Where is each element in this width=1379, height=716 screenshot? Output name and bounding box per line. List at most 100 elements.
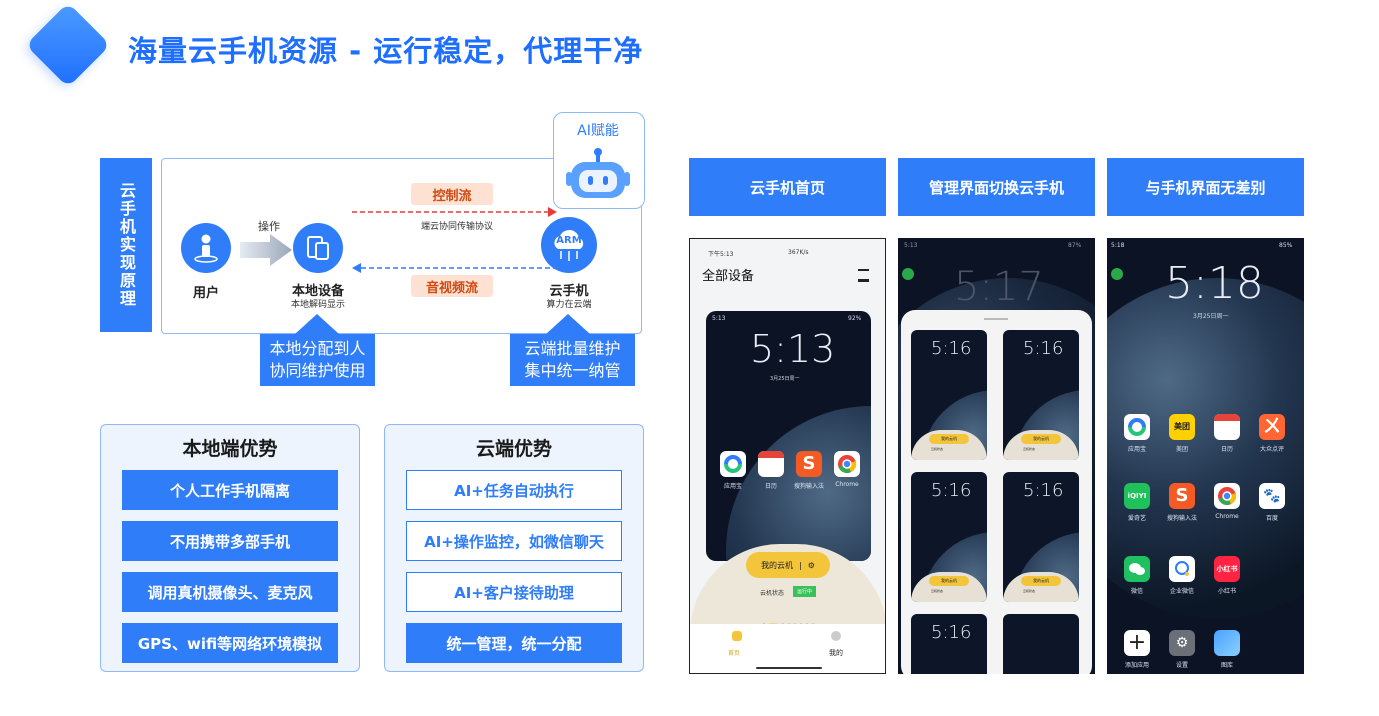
cloud-phone-thumb[interactable]: 5:16: [911, 614, 987, 674]
settings-icon[interactable]: ⚙: [1169, 630, 1195, 656]
s2-bg-clock: 5:17: [954, 264, 1044, 310]
screen-switch: 5:13 87% 5:17 5:16 我的云机 云机状态 5:16 我的云机 云…: [898, 238, 1095, 674]
cloud-phone-thumb[interactable]: 5:16 我的云机 云机状态: [911, 330, 987, 460]
principle-side-label: 云手机实现原理: [100, 158, 152, 332]
app-label: 搜狗输入法: [1166, 515, 1197, 522]
av-flow-arrow: [352, 263, 557, 273]
s3-clock: 5:18: [1165, 258, 1264, 309]
yingyongbao-icon[interactable]: [1124, 414, 1150, 440]
menu-icon[interactable]: [858, 269, 869, 282]
home-indicator: [756, 667, 822, 669]
chrome-icon[interactable]: [1214, 483, 1240, 509]
app-label: 图库: [1220, 662, 1233, 669]
s3-status-time: 5:18: [1111, 242, 1125, 249]
local-device-sub: 本地解码显示: [290, 300, 345, 310]
s1-status-right: 367K/s: [788, 249, 809, 256]
mini-my-cloud: 我的云机: [1021, 576, 1061, 586]
app-label: 搜狗输入法: [793, 483, 824, 490]
tab-mine[interactable]: 我的: [829, 648, 843, 658]
ai-label: AI赋能: [577, 123, 619, 139]
screen-same: 5:18 85% 5:18 3月25日周一 美团 ㄨ 应用宝 美团 日历 大众点…: [1107, 238, 1304, 674]
title-diamond-icon: [25, 2, 111, 88]
xiaohongshu-icon[interactable]: 小红书: [1214, 556, 1240, 582]
calendar-icon[interactable]: [758, 451, 784, 477]
cloud-phone-thumb[interactable]: [1003, 614, 1079, 674]
mini-status: 云机状态: [931, 589, 944, 593]
home-tab-icon[interactable]: [732, 631, 742, 641]
mini-clock: 5:16: [931, 622, 972, 643]
app-label: Chrome: [1215, 513, 1239, 520]
local-adv-item: 调用真机摄像头、麦克风: [122, 572, 338, 612]
callout-left-line2: 协同维护使用: [269, 361, 366, 380]
chrome-icon[interactable]: [834, 451, 860, 477]
cloud-adv-item: AI+客户接待助理: [406, 572, 622, 612]
cloud-phone-thumb[interactable]: 5:16 我的云机 云机状态: [1003, 472, 1079, 602]
screen-home: 下午5:13 367K/s 全部设备 5:13 92% 5:13 3月25日周一…: [689, 238, 886, 674]
cloud-phone-thumb[interactable]: 5:16 我的云机 云机状态: [911, 472, 987, 602]
app-label: 大众点评: [1259, 446, 1284, 453]
sogou-icon[interactable]: S: [796, 451, 822, 477]
gear-icon: ⚙: [807, 560, 815, 570]
meituan-icon[interactable]: 美团: [1169, 414, 1195, 440]
protocol-label: 端云协同传输协议: [420, 222, 493, 232]
s3-battery: 85%: [1279, 242, 1293, 249]
dianping-icon[interactable]: ㄨ: [1259, 414, 1285, 440]
mini-clock: 5:16: [931, 480, 972, 501]
local-device-icon: [293, 223, 343, 273]
mini-my-cloud: 我的云机: [1021, 434, 1061, 444]
sogou-icon[interactable]: S: [1169, 483, 1195, 509]
cloud-adv-item: AI+任务自动执行: [406, 470, 622, 510]
app-label: 应用宝: [1127, 446, 1146, 453]
app-label: 爱奇艺: [1127, 515, 1146, 522]
control-flow-arrow: [352, 207, 557, 217]
s3-date: 3月25日周一: [1193, 313, 1229, 320]
cloud-advantage-title: 云端优势: [475, 438, 552, 460]
cloud-phone-sub: 算力在云端: [546, 300, 592, 310]
screen-header-home: 云手机首页: [689, 158, 886, 216]
add-app-icon[interactable]: +: [1124, 630, 1150, 656]
s2-status-time: 5:13: [904, 242, 918, 249]
local-advantage-panel: 本地端优势 个人工作手机隔离 不用携带多部手机 调用真机摄像头、麦克风 GPS、…: [100, 424, 360, 672]
mini-clock: 5:16: [931, 338, 972, 359]
mini-clock: 5:16: [1023, 480, 1064, 501]
s1-date: 3月25日周一: [770, 376, 800, 382]
mini-my-cloud: 我的云机: [929, 576, 969, 586]
callout-right-arrow-icon: [546, 314, 590, 334]
mini-clock: 5:16: [1023, 338, 1064, 359]
app-label: 百度: [1265, 515, 1278, 522]
floating-ball-icon[interactable]: [1111, 268, 1123, 280]
callout-right: 云端批量维护 集中统一纳管: [510, 334, 635, 386]
my-cloud-button[interactable]: 我的云机 | ⚙: [746, 552, 830, 578]
s1-title: 全部设备: [702, 269, 755, 284]
calendar-icon[interactable]: [1214, 414, 1240, 440]
s1-inner-screen[interactable]: 5:13 92% 5:13 3月25日周一 S 应用宝 日历 搜狗输入法 Chr…: [706, 311, 871, 561]
operate-arrow-icon: [240, 234, 292, 266]
s1-status-time: 下午5:13: [708, 251, 734, 258]
user-icon: [181, 223, 231, 273]
app-label: 小红书: [1217, 588, 1236, 595]
cloud-adv-item: AI+操作监控，如微信聊天: [406, 521, 622, 561]
baidu-icon[interactable]: 🐾: [1259, 483, 1285, 509]
yingyongbao-icon[interactable]: [720, 451, 746, 477]
callout-left-arrow-icon: [295, 314, 339, 334]
callout-right-line1: 云端批量维护: [524, 339, 621, 358]
wecom-icon[interactable]: [1169, 556, 1195, 582]
gallery-icon[interactable]: [1214, 630, 1240, 656]
floating-ball-icon[interactable]: [902, 268, 914, 280]
control-flow-pill: 控制流: [411, 183, 493, 205]
my-cloud-label: 我的云机: [761, 560, 794, 570]
app-label: 微信: [1130, 588, 1143, 595]
cloud-phone-thumb[interactable]: 5:16 我的云机 云机状态: [1003, 330, 1079, 460]
drag-handle[interactable]: [984, 318, 1008, 320]
s1-clock: 5:13: [750, 327, 836, 371]
mine-tab-icon[interactable]: [831, 631, 841, 641]
user-label: 用户: [192, 286, 219, 301]
app-label: Chrome: [835, 481, 859, 488]
tab-home[interactable]: 首页: [728, 648, 740, 657]
iqiyi-icon[interactable]: iQIYI: [1124, 483, 1150, 509]
mini-my-cloud: 我的云机: [929, 434, 969, 444]
app-label: 应用宝: [723, 483, 742, 490]
wechat-icon[interactable]: [1124, 556, 1150, 582]
app-label: 日历: [764, 483, 777, 490]
cloud-advantage-panel: 云端优势 AI+任务自动执行 AI+操作监控，如微信聊天 AI+客户接待助理 统…: [384, 424, 644, 672]
